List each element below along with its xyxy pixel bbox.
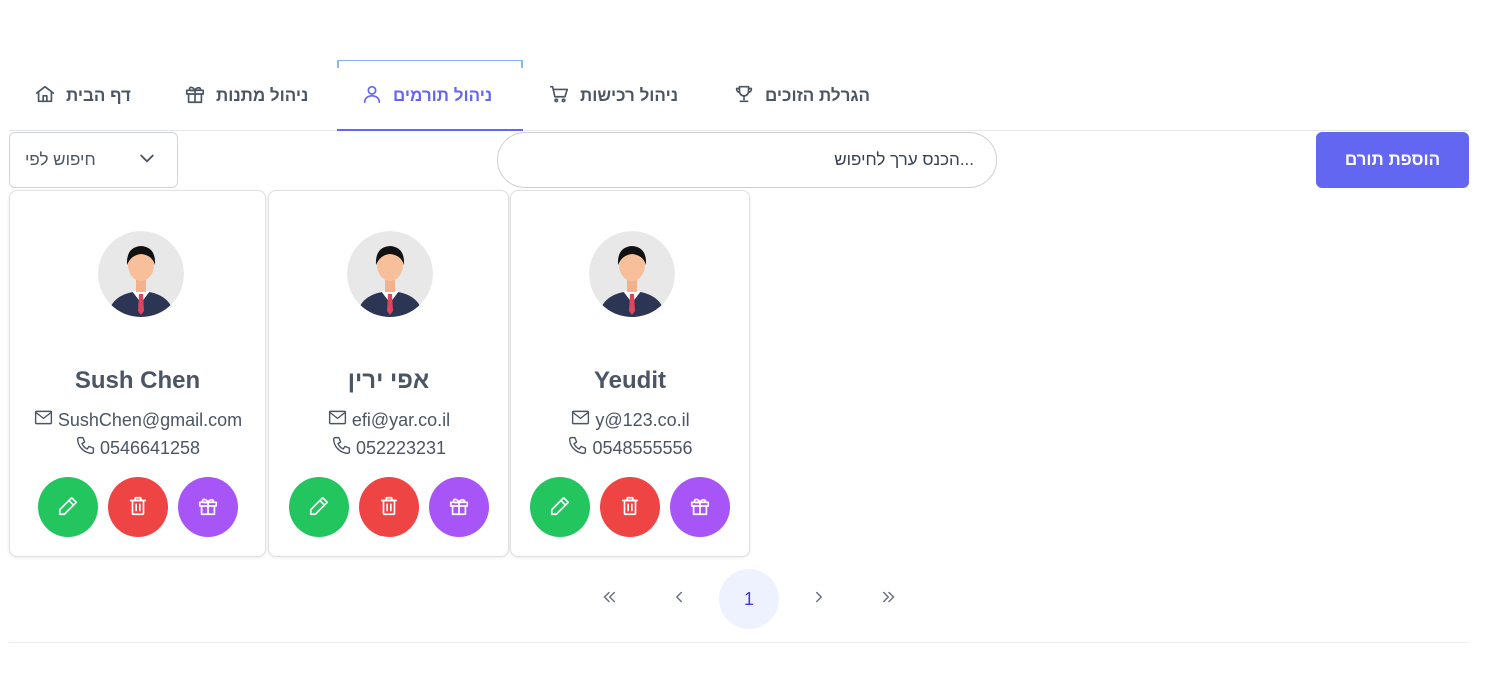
envelope-icon — [33, 407, 54, 433]
page-number-button[interactable]: 1 — [719, 569, 779, 629]
double-chevron-right-icon — [880, 588, 898, 611]
last-page-button[interactable] — [859, 569, 919, 629]
avatar — [347, 231, 433, 317]
tab-label: הגרלת הזוכים — [765, 86, 870, 105]
search-input[interactable] — [497, 132, 997, 188]
tab-label: ניהול מתנות — [216, 86, 309, 105]
donor-email: efi@yar.co.il — [351, 409, 451, 430]
donor-phone: 052223231 — [355, 437, 447, 458]
card-actions — [511, 477, 749, 537]
user-icon — [361, 83, 383, 110]
chevron-down-icon — [137, 148, 157, 173]
footer-divider — [9, 642, 1469, 643]
active-tab-indicator — [337, 129, 523, 131]
edit-button[interactable] — [530, 477, 590, 537]
donor-name: Yeudit — [593, 367, 666, 394]
delete-button[interactable] — [358, 477, 419, 537]
pencil-icon — [57, 495, 79, 520]
cart-icon — [548, 83, 570, 110]
delete-button[interactable] — [600, 477, 660, 537]
chevron-left-icon — [670, 588, 688, 611]
chevron-right-icon — [810, 588, 828, 611]
envelope-icon — [570, 407, 591, 433]
focus-outline — [337, 60, 523, 68]
next-page-button[interactable] — [789, 569, 849, 629]
gift-icon — [184, 83, 206, 110]
avatar — [589, 231, 675, 317]
gifts-button[interactable] — [428, 477, 489, 537]
first-page-button[interactable] — [579, 569, 639, 629]
donor-name: Sush Chen — [74, 367, 201, 394]
donor-phone-row: 0546641258 — [10, 435, 265, 461]
donor-phone: 0548555556 — [592, 437, 693, 458]
tab-lottery[interactable]: הגרלת הזוכים — [733, 76, 870, 116]
donor-email-row: efi@yar.co.il — [269, 407, 508, 433]
tabs-divider — [9, 130, 1469, 131]
phone-icon — [75, 435, 96, 461]
pagination: 1 — [579, 569, 919, 629]
tab-label: ניהול רכישות — [580, 86, 679, 105]
donor-phone-row: 052223231 — [269, 435, 508, 461]
gift-icon — [689, 495, 711, 520]
gift-icon — [197, 495, 219, 520]
edit-button[interactable] — [37, 477, 98, 537]
delete-button[interactable] — [107, 477, 168, 537]
edit-button[interactable] — [288, 477, 349, 537]
prev-page-button[interactable] — [649, 569, 709, 629]
tab-gifts[interactable]: ניהול מתנות — [184, 76, 308, 116]
donor-phone-row: 0548555556 — [511, 435, 749, 461]
donor-card: Yeudit y@123.co.il 0548555556 — [510, 190, 750, 557]
gifts-button[interactable] — [670, 477, 730, 537]
donor-email-row: y@123.co.il — [511, 407, 749, 433]
search-by-label: חיפוש לפי — [25, 150, 96, 169]
donor-name: אפי ירין — [347, 367, 430, 394]
phone-icon — [331, 435, 352, 461]
home-icon — [34, 83, 56, 110]
double-chevron-left-icon — [600, 588, 618, 611]
gifts-button[interactable] — [177, 477, 238, 537]
donor-card: Sush Chen SushChen@gmail.com 0546641258 — [9, 190, 266, 557]
search-by-dropdown[interactable]: חיפוש לפי — [9, 132, 178, 188]
pencil-icon — [308, 495, 330, 520]
trash-icon — [378, 495, 400, 520]
pencil-icon — [549, 495, 571, 520]
donor-email: SushChen@gmail.com — [57, 409, 243, 430]
donor-card: אפי ירין efi@yar.co.il 052223231 — [268, 190, 509, 557]
trash-icon — [127, 495, 149, 520]
donor-email-row: SushChen@gmail.com — [10, 407, 265, 433]
card-actions — [10, 477, 265, 537]
donor-email: y@123.co.il — [595, 409, 690, 430]
tab-purchases[interactable]: ניהול רכישות — [548, 76, 678, 116]
trash-icon — [619, 495, 641, 520]
envelope-icon — [327, 407, 348, 433]
nav-tabs: הגרלת הזוכים ניהול רכישות ניהול תורמים נ… — [0, 60, 1499, 132]
add-donor-button[interactable]: הוספת תורם — [1316, 132, 1469, 188]
gift-icon — [448, 495, 470, 520]
tab-home[interactable]: דף הבית — [34, 76, 131, 116]
donor-phone: 0546641258 — [99, 437, 201, 458]
trophy-icon — [733, 83, 755, 110]
tab-label: דף הבית — [66, 86, 131, 105]
avatar — [98, 231, 184, 317]
tab-donors[interactable]: ניהול תורמים — [361, 76, 492, 116]
tab-label: ניהול תורמים — [393, 86, 493, 105]
card-actions — [269, 477, 508, 537]
phone-icon — [567, 435, 588, 461]
